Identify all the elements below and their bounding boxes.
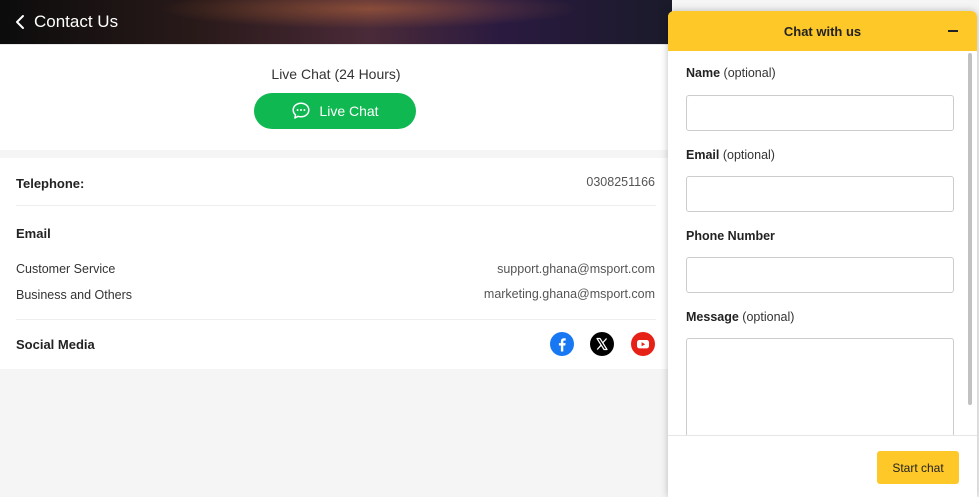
page-header: Contact Us	[0, 0, 672, 44]
chat-form: Name (optional) Email (optional) Phone N…	[668, 51, 977, 448]
chat-bubble-icon	[292, 102, 310, 119]
live-chat-button-label: Live Chat	[319, 103, 379, 119]
chat-header: Chat with us	[668, 11, 977, 51]
email-input[interactable]	[686, 176, 954, 212]
message-textarea[interactable]	[686, 338, 954, 448]
customer-service-email[interactable]: support.ghana@msport.com	[497, 262, 655, 276]
telephone-label: Telephone:	[16, 176, 85, 191]
chat-title: Chat with us	[783, 23, 862, 39]
page-title: Contact Us	[34, 12, 119, 31]
customer-service-label: Customer Service	[16, 262, 116, 276]
live-chat-caption: Live Chat (24 Hours)	[271, 66, 401, 82]
phone-field-label: Phone Number	[686, 229, 775, 243]
youtube-icon[interactable]	[631, 332, 655, 356]
live-chat-button[interactable]: Live Chat	[254, 93, 416, 129]
divider	[16, 205, 656, 206]
phone-input[interactable]	[686, 257, 954, 293]
business-email[interactable]: marketing.ghana@msport.com	[484, 287, 655, 301]
email-heading: Email	[16, 226, 51, 241]
social-media-heading: Social Media	[16, 337, 95, 352]
chat-widget: Chat with us Name (optional) Email (opti…	[668, 11, 977, 497]
business-label: Business and Others	[16, 288, 133, 302]
chat-form-scrollbar[interactable]	[968, 53, 972, 405]
telephone-value[interactable]: 0308251166	[586, 175, 655, 189]
live-chat-section: Live Chat (24 Hours) Live Chat	[0, 44, 672, 150]
divider	[16, 319, 656, 320]
name-field-label: Name (optional)	[686, 66, 776, 80]
chat-footer: Start chat	[668, 435, 977, 497]
start-chat-button[interactable]: Start chat	[877, 451, 959, 484]
facebook-icon[interactable]	[550, 332, 574, 356]
back-button[interactable]	[10, 10, 30, 34]
contact-info-card: Telephone: 0308251166 Email Customer Ser…	[0, 158, 672, 369]
email-field-label: Email (optional)	[686, 148, 775, 162]
minus-icon	[948, 30, 958, 32]
x-icon[interactable]	[590, 332, 614, 356]
chevron-left-icon	[16, 15, 24, 29]
message-field-label: Message (optional)	[686, 310, 795, 324]
minimize-button[interactable]	[945, 23, 961, 39]
name-input[interactable]	[686, 95, 954, 131]
